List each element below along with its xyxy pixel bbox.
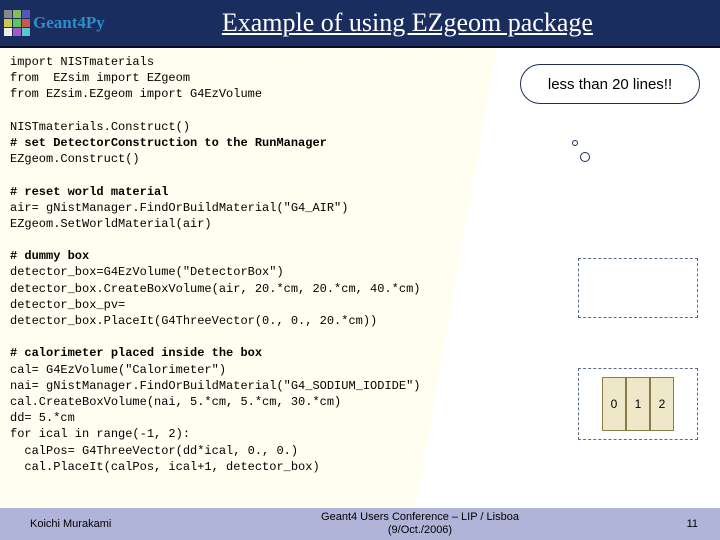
logo-squares-icon (4, 10, 30, 36)
logo-text: Geant4Py (33, 13, 105, 33)
code-line: EZgeom.SetWorldMaterial(air) (10, 217, 212, 231)
code-line: from EZsim import EZgeom (10, 71, 190, 85)
code-line: NISTmaterials.Construct() (10, 120, 190, 134)
code-line: cal.CreateBoxVolume(nai, 5.*cm, 5.*cm, 3… (10, 395, 341, 409)
logo: Geant4Py (0, 10, 105, 36)
code-line: from EZsim.EZgeom import G4EzVolume (10, 87, 262, 101)
calorimeter-diagram: 0 1 2 (578, 368, 698, 440)
code-line: air= gNistManager.FindOrBuildMaterial("G… (10, 201, 348, 215)
code-comment: # set DetectorConstruction to the RunMan… (10, 136, 327, 150)
code-line: dd= 5.*cm (10, 411, 75, 425)
footer-bar: Koichi Murakami Geant4 Users Conference … (0, 508, 720, 540)
code-line: detector_box_pv= (10, 298, 125, 312)
calorimeter-cell: 1 (626, 377, 650, 431)
header-bar: Geant4Py Example of using EZgeom package (0, 0, 720, 48)
footer-conference-line1: Geant4 Users Conference – LIP / Lisboa (180, 511, 660, 524)
callout-tail-icon (572, 140, 578, 146)
slide-title: Example of using EZgeom package (105, 8, 720, 38)
code-listing: import NISTmaterials from EZsim import E… (10, 54, 530, 475)
footer-conference: Geant4 Users Conference – LIP / Lisboa (… (180, 511, 660, 537)
code-line: detector_box.PlaceIt(G4ThreeVector(0., 0… (10, 314, 377, 328)
callout-bubble: less than 20 lines!! (520, 64, 700, 104)
code-line: EZgeom.Construct() (10, 152, 140, 166)
calorimeter-cell: 2 (650, 377, 674, 431)
code-line: for ical in range(-1, 2): (10, 427, 190, 441)
code-line: import NISTmaterials (10, 55, 154, 69)
slide-body: import NISTmaterials from EZsim import E… (0, 48, 720, 508)
code-line: cal= G4EzVolume("Calorimeter") (10, 363, 226, 377)
code-line: cal.PlaceIt(calPos, ical+1, detector_box… (10, 460, 320, 474)
code-comment: # calorimeter placed inside the box (10, 346, 262, 360)
code-comment: # reset world material (10, 185, 168, 199)
footer-page-number: 11 (660, 518, 720, 530)
callout-text: less than 20 lines!! (548, 76, 672, 93)
code-comment: # dummy box (10, 249, 89, 263)
calorimeter-cell: 0 (602, 377, 626, 431)
code-line: detector_box.CreateBoxVolume(air, 20.*cm… (10, 282, 420, 296)
footer-author: Koichi Murakami (0, 518, 180, 530)
code-line: nai= gNistManager.FindOrBuildMaterial("G… (10, 379, 420, 393)
callout-tail-icon (580, 152, 590, 162)
footer-conference-line2: (9/Oct./2006) (180, 524, 660, 537)
detector-box-diagram (578, 258, 698, 318)
code-line: detector_box=G4EzVolume("DetectorBox") (10, 265, 284, 279)
code-line: calPos= G4ThreeVector(dd*ical, 0., 0.) (10, 444, 298, 458)
